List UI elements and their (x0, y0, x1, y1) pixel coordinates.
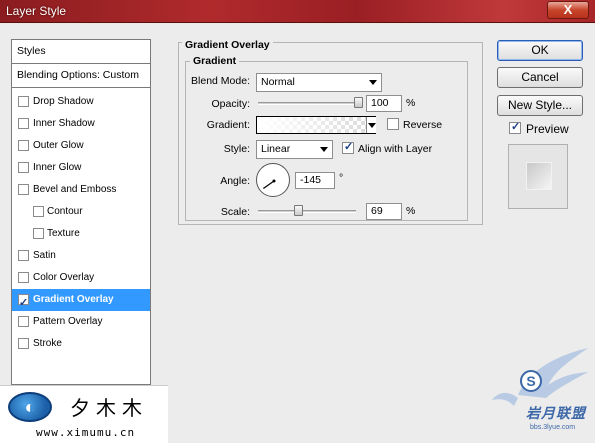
style-checkbox[interactable] (18, 250, 29, 261)
blending-options-item[interactable]: Blending Options: Custom (12, 64, 150, 88)
angle-field[interactable]: -145 (295, 172, 335, 189)
watermark-left: ◐ 夕木木 www.ximumu.cn (0, 385, 168, 443)
style-item-contour[interactable]: Contour (12, 201, 150, 223)
style-item-inner-glow[interactable]: Inner Glow (12, 157, 150, 179)
style-checkbox[interactable] (18, 118, 29, 129)
opacity-field[interactable]: 100 (366, 95, 402, 112)
chevron-down-icon (320, 147, 328, 152)
angle-needle-icon (263, 179, 276, 189)
blend-mode-value: Normal (261, 76, 295, 88)
scale-slider-thumb[interactable] (293, 205, 303, 216)
watermark-right-url: bbs.3lyue.com (530, 424, 576, 431)
style-item-stroke[interactable]: Stroke (12, 333, 150, 355)
style-item-label: Bevel and Emboss (33, 184, 117, 195)
window-title: Layer Style (6, 4, 67, 18)
angle-label: Angle: (220, 175, 250, 187)
style-checkbox[interactable] (18, 316, 29, 327)
style-item-label: Pattern Overlay (33, 316, 103, 327)
preview-label: Preview (526, 122, 569, 136)
scale-slider[interactable] (258, 210, 356, 213)
style-item-satin[interactable]: Satin (12, 245, 150, 267)
style-item-label: Gradient Overlay (33, 294, 114, 305)
style-checkbox[interactable] (18, 140, 29, 151)
style-item-label: Drop Shadow (33, 96, 94, 107)
angle-unit: ° (339, 172, 344, 184)
close-button[interactable]: X (547, 1, 589, 19)
style-checkbox[interactable] (18, 272, 29, 283)
preview-checkbox[interactable] (509, 120, 521, 134)
style-item-bevel-and-emboss[interactable]: Bevel and Emboss (12, 179, 150, 201)
cancel-button[interactable]: Cancel (497, 67, 583, 88)
style-item-label: Contour (47, 206, 83, 217)
style-item-label: Color Overlay (33, 272, 95, 283)
group-title: Gradient (190, 55, 240, 67)
reverse-checkbox[interactable] (387, 118, 399, 130)
watermark-right-logo: S (520, 370, 542, 392)
style-item-gradient-overlay[interactable]: Gradient Overlay (12, 289, 150, 314)
style-value: Linear (261, 143, 291, 155)
style-item-texture[interactable]: Texture (12, 223, 150, 245)
scale-field[interactable]: 69 (366, 203, 402, 220)
style-label: Style: (223, 143, 250, 155)
reverse-label: Reverse (403, 119, 443, 131)
style-item-pattern-overlay[interactable]: Pattern Overlay (12, 311, 150, 333)
watermark-url: www.ximumu.cn (36, 426, 136, 439)
angle-dial[interactable] (256, 163, 290, 197)
blend-mode-label: Blend Mode: (191, 75, 250, 87)
style-item-label: Inner Shadow (33, 118, 95, 129)
align-with-layer-label: Align with Layer (358, 143, 433, 155)
scale-unit: % (406, 205, 416, 217)
style-item-color-overlay[interactable]: Color Overlay (12, 267, 150, 289)
gradient-swatch[interactable] (256, 116, 376, 134)
style-item-label: Inner Glow (33, 162, 82, 173)
style-checkbox[interactable] (18, 184, 29, 195)
ok-button[interactable]: OK (497, 40, 583, 61)
style-checkbox[interactable] (18, 292, 29, 314)
style-item-label: Outer Glow (33, 140, 84, 151)
style-item-label: Texture (47, 228, 80, 239)
style-item-outer-glow[interactable]: Outer Glow (12, 135, 150, 157)
align-with-layer-checkbox[interactable] (342, 140, 354, 154)
style-checkbox[interactable] (33, 228, 44, 239)
watermark-right: S 岩月联盟 bbs.3lyue.com (488, 340, 592, 440)
watermark-logo-icon: ◐ (8, 392, 52, 422)
preview-swatch (527, 163, 551, 189)
style-item-inner-shadow[interactable]: Inner Shadow (12, 113, 150, 135)
style-checkbox[interactable] (18, 338, 29, 349)
new-style-button[interactable]: New Style... (497, 95, 583, 116)
section-title: Gradient Overlay (182, 39, 273, 51)
style-item-label: Satin (33, 250, 56, 261)
styles-list[interactable]: Styles Blending Options: Custom Drop Sha… (11, 39, 151, 385)
title-bar[interactable]: Layer Style X (0, 0, 595, 23)
opacity-label: Opacity: (211, 98, 250, 110)
blend-mode-select[interactable]: Normal (256, 73, 382, 92)
gradient-label: Gradient: (206, 119, 250, 131)
chevron-down-icon (369, 80, 377, 85)
opacity-slider-thumb[interactable] (353, 97, 363, 108)
opacity-slider[interactable] (258, 102, 362, 105)
style-checkbox[interactable] (33, 206, 44, 217)
gradient-dropdown-button[interactable] (366, 117, 376, 133)
opacity-unit: % (406, 97, 416, 109)
styles-header[interactable]: Styles (12, 40, 150, 64)
scale-label: Scale: (220, 206, 250, 218)
watermark-right-brand: 岩月联盟 (526, 405, 586, 421)
style-select[interactable]: Linear (256, 140, 333, 159)
style-item-drop-shadow[interactable]: Drop Shadow (12, 91, 150, 113)
style-checkbox[interactable] (18, 162, 29, 173)
watermark-brand: 夕木木 (70, 396, 148, 420)
preview-thumbnail (508, 144, 568, 209)
style-checkbox[interactable] (18, 96, 29, 107)
style-item-label: Stroke (33, 338, 62, 349)
